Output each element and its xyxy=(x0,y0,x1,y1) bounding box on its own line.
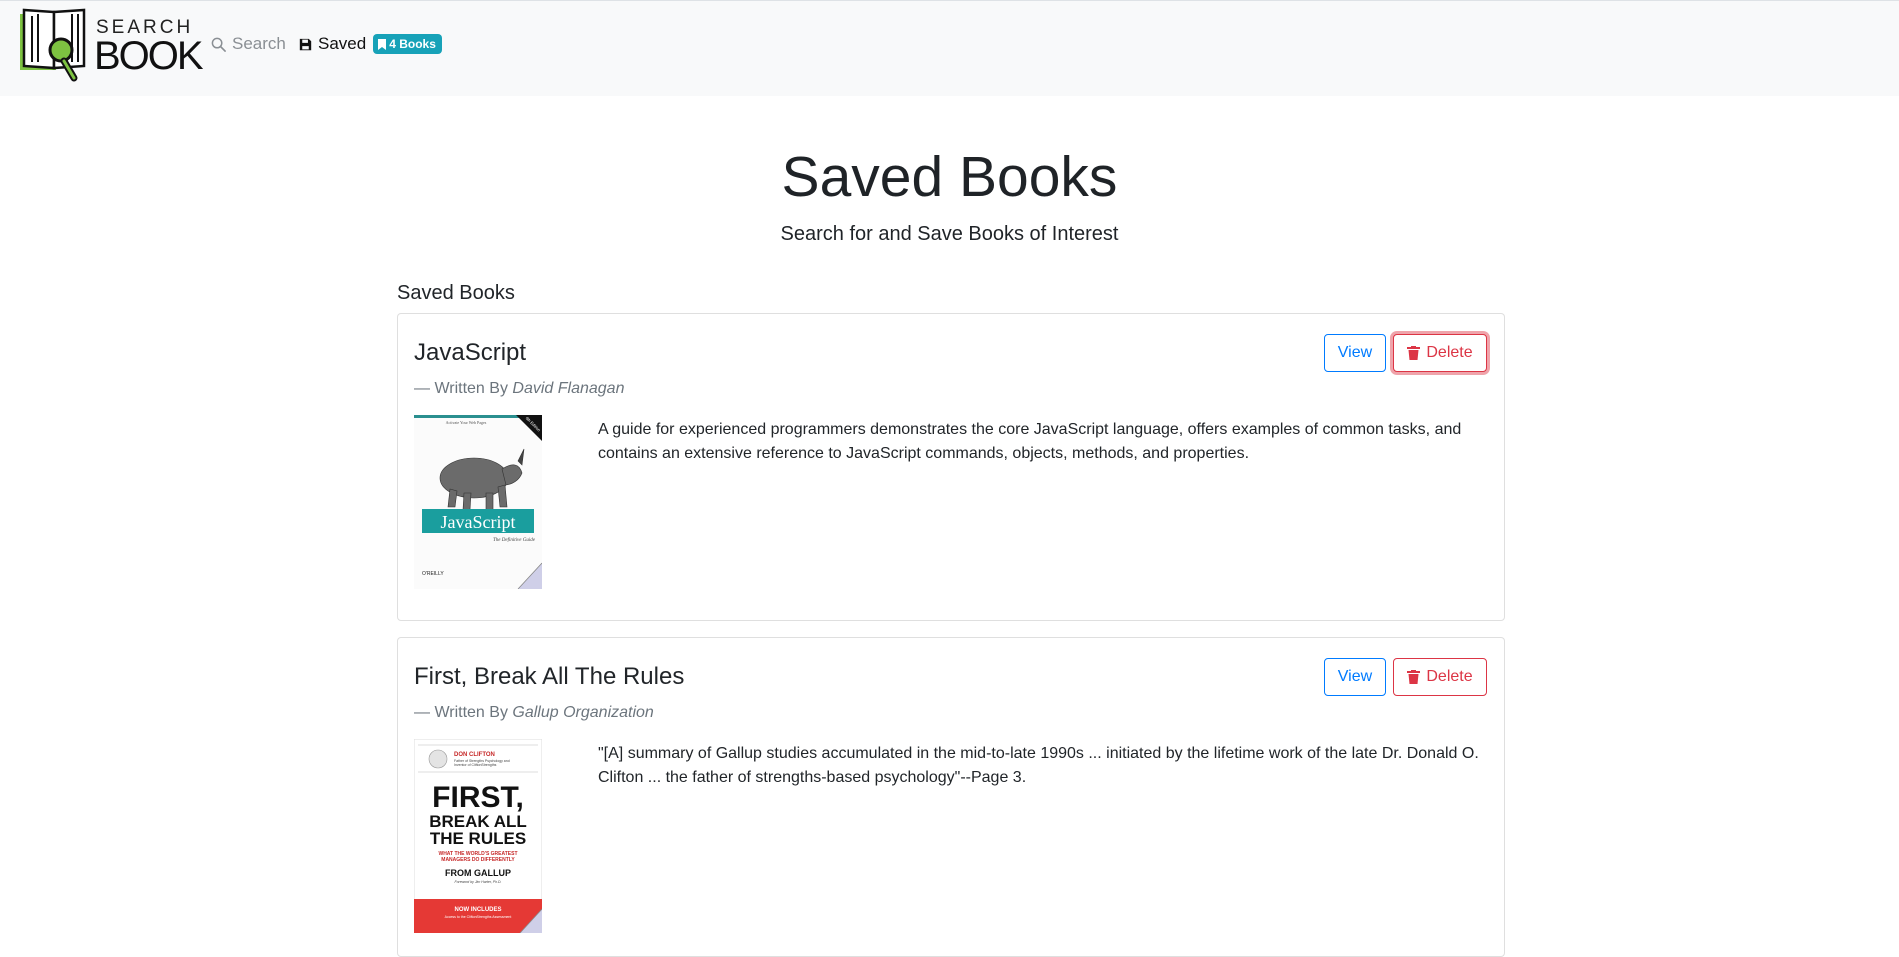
svg-text:THE RULES: THE RULES xyxy=(430,829,526,848)
view-button[interactable]: View xyxy=(1324,334,1386,372)
delete-button[interactable]: Delete xyxy=(1393,334,1487,372)
author-prefix: — Written By xyxy=(414,704,508,721)
nav-saved-label: Saved xyxy=(318,34,367,53)
nav-saved-link[interactable]: Saved 4 Books xyxy=(299,34,442,54)
svg-text:O'REILLY: O'REILLY xyxy=(422,571,444,577)
book-author-line: — Written By David Flanagan xyxy=(414,380,624,398)
svg-text:FIRST,: FIRST, xyxy=(432,781,524,814)
book-description: "[A] summary of Gallup studies accumulat… xyxy=(598,745,1479,786)
author-name: Gallup Organization xyxy=(512,704,654,721)
view-button-label: View xyxy=(1337,668,1373,685)
svg-text:Inventor of CliftonStrengths: Inventor of CliftonStrengths xyxy=(454,763,497,767)
saved-books-heading: Saved Books xyxy=(397,282,515,304)
search-book-logo[interactable]: SEARCH BOOK xyxy=(18,6,204,84)
magnifier-icon xyxy=(211,37,226,52)
book-cover-image[interactable]: Activate Your Web Pages 6th Edition Java… xyxy=(414,415,542,589)
page-subtitle: Search for and Save Books of Interest xyxy=(780,223,1119,245)
author-prefix: — Written By xyxy=(414,380,508,397)
svg-text:Access to the CliftonStrengths: Access to the CliftonStrengths Assessmen… xyxy=(445,915,512,919)
author-name: David Flanagan xyxy=(512,380,625,397)
svg-text:MANAGERS DO DIFFERENTLY: MANAGERS DO DIFFERENTLY xyxy=(441,857,515,863)
view-button-label: View xyxy=(1337,344,1373,361)
logo-book-text: BOOK xyxy=(94,34,204,78)
book-title: JavaScript xyxy=(414,339,527,366)
book-card: First, Break All The Rules — Written By … xyxy=(397,637,1505,957)
delete-button-label: Delete xyxy=(1426,668,1473,685)
nav-search-label: Search xyxy=(232,34,286,53)
svg-text:FROM GALLUP: FROM GALLUP xyxy=(445,868,511,878)
trash-icon xyxy=(1407,346,1421,360)
book-card: JavaScript — Written By David Flanagan V… xyxy=(397,313,1505,621)
book-author-line: — Written By Gallup Organization xyxy=(414,704,654,722)
bookmark-icon xyxy=(378,38,387,50)
floppy-disk-icon xyxy=(299,38,312,50)
nav-search-link[interactable]: Search xyxy=(211,34,286,54)
book-title: First, Break All The Rules xyxy=(414,663,685,690)
svg-text:JavaScript: JavaScript xyxy=(441,512,516,532)
svg-text:NOW INCLUDES: NOW INCLUDES xyxy=(455,907,502,913)
trash-icon xyxy=(1407,670,1421,684)
delete-button-label: Delete xyxy=(1426,344,1473,361)
navbar: SEARCH BOOK Search Saved 4 Books xyxy=(0,0,1899,96)
svg-text:Activate Your Web Pages: Activate Your Web Pages xyxy=(446,420,487,425)
book-description: A guide for experienced programmers demo… xyxy=(598,421,1462,462)
delete-button[interactable]: Delete xyxy=(1393,658,1487,696)
svg-text:The Definitive Guide: The Definitive Guide xyxy=(493,538,536,543)
page-title: Saved Books xyxy=(781,145,1118,209)
svg-text:DON CLIFTON: DON CLIFTON xyxy=(454,752,495,758)
saved-count-badge: 4 Books xyxy=(373,34,442,54)
book-cover-image[interactable]: DON CLIFTON Father of Strengths Psycholo… xyxy=(414,739,542,933)
svg-text:Foreword by Jim Harter, Ph.D.: Foreword by Jim Harter, Ph.D. xyxy=(454,880,501,884)
view-button[interactable]: View xyxy=(1324,658,1386,696)
saved-count-text: 4 Books xyxy=(389,37,436,51)
